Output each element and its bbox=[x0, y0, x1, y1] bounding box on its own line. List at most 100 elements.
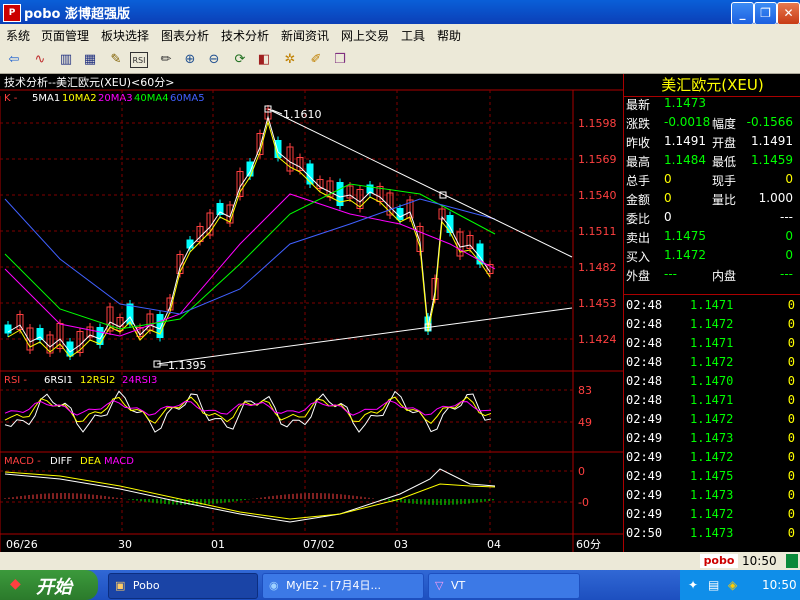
ma-lines bbox=[4, 115, 496, 358]
tick-row: 02:48 1.1471 0 bbox=[624, 393, 800, 412]
quote-label: 最高 bbox=[626, 155, 651, 169]
tick-row: 02:49 1.1472 0 bbox=[624, 412, 800, 431]
menu-sector-select[interactable]: 板块选择 bbox=[101, 27, 149, 44]
tick-row: 02:49 1.1475 0 bbox=[624, 469, 800, 488]
task-myie2[interactable]: ◉ MyIE2 - [7月4日... bbox=[262, 573, 424, 599]
quote-label: 外盘 bbox=[626, 269, 651, 283]
pen-icon[interactable]: ✏ bbox=[156, 49, 176, 69]
quote-value: 0 bbox=[785, 172, 793, 186]
tick-time: 02:48 bbox=[626, 298, 663, 312]
tick-row: 02:50 1.1473 0 bbox=[624, 526, 800, 545]
tick-time: 02:49 bbox=[626, 507, 663, 521]
tick-row: 02:48 1.1471 0 bbox=[624, 298, 800, 317]
price-label: 1.1424 bbox=[578, 333, 617, 346]
quote-value: --- bbox=[664, 267, 677, 281]
legend-prefix: MACD - bbox=[4, 456, 41, 467]
legend-item: 5MA1 bbox=[32, 93, 60, 104]
tick-volume: 0 bbox=[787, 526, 795, 540]
line-chart-icon[interactable]: ∿ bbox=[30, 49, 50, 69]
task-label: MyIE2 - [7月4日... bbox=[286, 579, 382, 592]
macd-lines bbox=[4, 468, 496, 523]
task-vt[interactable]: ▽ VT bbox=[428, 573, 580, 599]
minimize-button[interactable]: _ bbox=[731, 2, 754, 25]
price-label: 1.1569 bbox=[578, 153, 617, 166]
rsi-legend: RSI - 6RSI1 12RSI2 24RSI3 bbox=[4, 375, 157, 386]
low-label: 1.1395 bbox=[168, 359, 207, 372]
legend-prefix: K - bbox=[4, 93, 18, 104]
tick-price: 1.1473 bbox=[690, 431, 734, 445]
quote-label: 买入 bbox=[626, 250, 651, 264]
tick-time: 02:48 bbox=[626, 374, 663, 388]
pobo-icon[interactable]: P bbox=[3, 4, 21, 22]
table-icon[interactable]: ▦ bbox=[80, 49, 100, 69]
clock[interactable]: 10:50 bbox=[762, 578, 797, 592]
menu-chart-analysis[interactable]: 图表分析 bbox=[161, 27, 209, 44]
connection-icon bbox=[786, 554, 798, 568]
quote-row: 委比 0 --- bbox=[624, 210, 800, 229]
menu-system[interactable]: 系统 bbox=[6, 27, 30, 44]
quote-row: 昨收 1.1491 开盘 1.1491 bbox=[624, 134, 800, 153]
zoom-in-icon[interactable]: ⊕ bbox=[180, 49, 200, 69]
price-label: 1.1482 bbox=[578, 261, 617, 274]
candlestick-icon[interactable]: ▥ bbox=[56, 49, 76, 69]
refresh-icon[interactable]: ⟳ bbox=[230, 49, 250, 69]
quote-row: 最新 1.1473 bbox=[624, 96, 800, 115]
vt-icon: ▽ bbox=[435, 579, 444, 592]
tick-time: 02:49 bbox=[626, 488, 663, 502]
shield-icon[interactable]: ◈ bbox=[728, 578, 737, 592]
menu-page-manage[interactable]: 页面管理 bbox=[41, 27, 89, 44]
menu-tools[interactable]: 工具 bbox=[401, 27, 425, 44]
x-label: 06/26 bbox=[6, 538, 38, 551]
tick-price: 1.1472 bbox=[690, 317, 734, 331]
period-label[interactable]: 60分 bbox=[576, 538, 601, 551]
quote-value: 0 bbox=[664, 172, 672, 186]
macd-legend: MACD - DIFF DEA MACD bbox=[4, 456, 134, 467]
tray-app-icon[interactable]: ✦ bbox=[688, 578, 698, 592]
close-button[interactable]: ✕ bbox=[777, 2, 800, 25]
quote-row: 买入 1.1472 0 bbox=[624, 248, 800, 267]
legend-item: DIFF bbox=[50, 456, 72, 467]
tick-price: 1.1471 bbox=[690, 336, 734, 350]
tick-time: 02:48 bbox=[626, 336, 663, 350]
rsi-icon[interactable]: RSI bbox=[130, 52, 148, 68]
price-label: 1.1511 bbox=[578, 225, 617, 238]
cube-icon[interactable]: ◧ bbox=[254, 49, 274, 69]
legend-prefix: RSI - bbox=[4, 375, 27, 386]
quote-row: 卖出 1.1475 0 bbox=[624, 229, 800, 248]
windows-logo-icon: ◆ bbox=[10, 576, 21, 592]
price-label: 1.1540 bbox=[578, 189, 617, 202]
zoom-out-icon[interactable]: ⊖ bbox=[204, 49, 224, 69]
candles bbox=[4, 105, 494, 360]
tick-price: 1.1473 bbox=[690, 488, 734, 502]
quote-row: 最高 1.1484 最低 1.1459 bbox=[624, 153, 800, 172]
x-label: 07/02 bbox=[303, 538, 335, 551]
quote-label: 涨跌 bbox=[626, 117, 651, 131]
maximize-button[interactable]: ❐ bbox=[754, 2, 777, 25]
start-button[interactable]: ◆ 开始 bbox=[0, 570, 98, 600]
tick-time: 02:50 bbox=[626, 526, 663, 540]
notes-icon[interactable]: ✎ bbox=[106, 49, 126, 69]
trendline-lower[interactable] bbox=[156, 307, 573, 365]
window-icon: ▣ bbox=[115, 579, 126, 592]
menu-news[interactable]: 新闻资讯 bbox=[281, 27, 329, 44]
quote-label: 内盘 bbox=[712, 269, 737, 283]
tick-row: 02:48 1.1472 0 bbox=[624, 317, 800, 336]
quote-label: 委比 bbox=[626, 212, 651, 226]
tick-price: 1.1472 bbox=[690, 450, 734, 464]
tick-price: 1.1472 bbox=[690, 507, 734, 521]
menu-online-trade[interactable]: 网上交易 bbox=[341, 27, 389, 44]
menu-tech-analysis[interactable]: 技术分析 bbox=[221, 27, 269, 44]
back-arrow-icon[interactable]: ⇦ bbox=[4, 49, 24, 69]
task-pobo[interactable]: ▣ Pobo bbox=[108, 573, 258, 599]
pencil-icon[interactable]: ✐ bbox=[306, 49, 326, 69]
settings-icon[interactable]: ✲ bbox=[280, 49, 300, 69]
high-label: 1.1610 bbox=[283, 108, 322, 121]
quote-value: 1.1459 bbox=[751, 153, 793, 167]
book-icon[interactable]: ❒ bbox=[330, 49, 350, 69]
menu-help[interactable]: 帮助 bbox=[437, 27, 461, 44]
network-icon[interactable]: ▤ bbox=[708, 578, 719, 592]
chart-panel[interactable]: 技术分析--美汇欧元(XEU)<60分> K - 5MA1 10MA2 20MA3 40… bbox=[0, 74, 623, 552]
quote-label: 金额 bbox=[626, 193, 651, 207]
time-axis: 06/26 30 01 07/02 03 04 bbox=[6, 538, 501, 551]
quote-label: 幅度 bbox=[712, 117, 737, 131]
